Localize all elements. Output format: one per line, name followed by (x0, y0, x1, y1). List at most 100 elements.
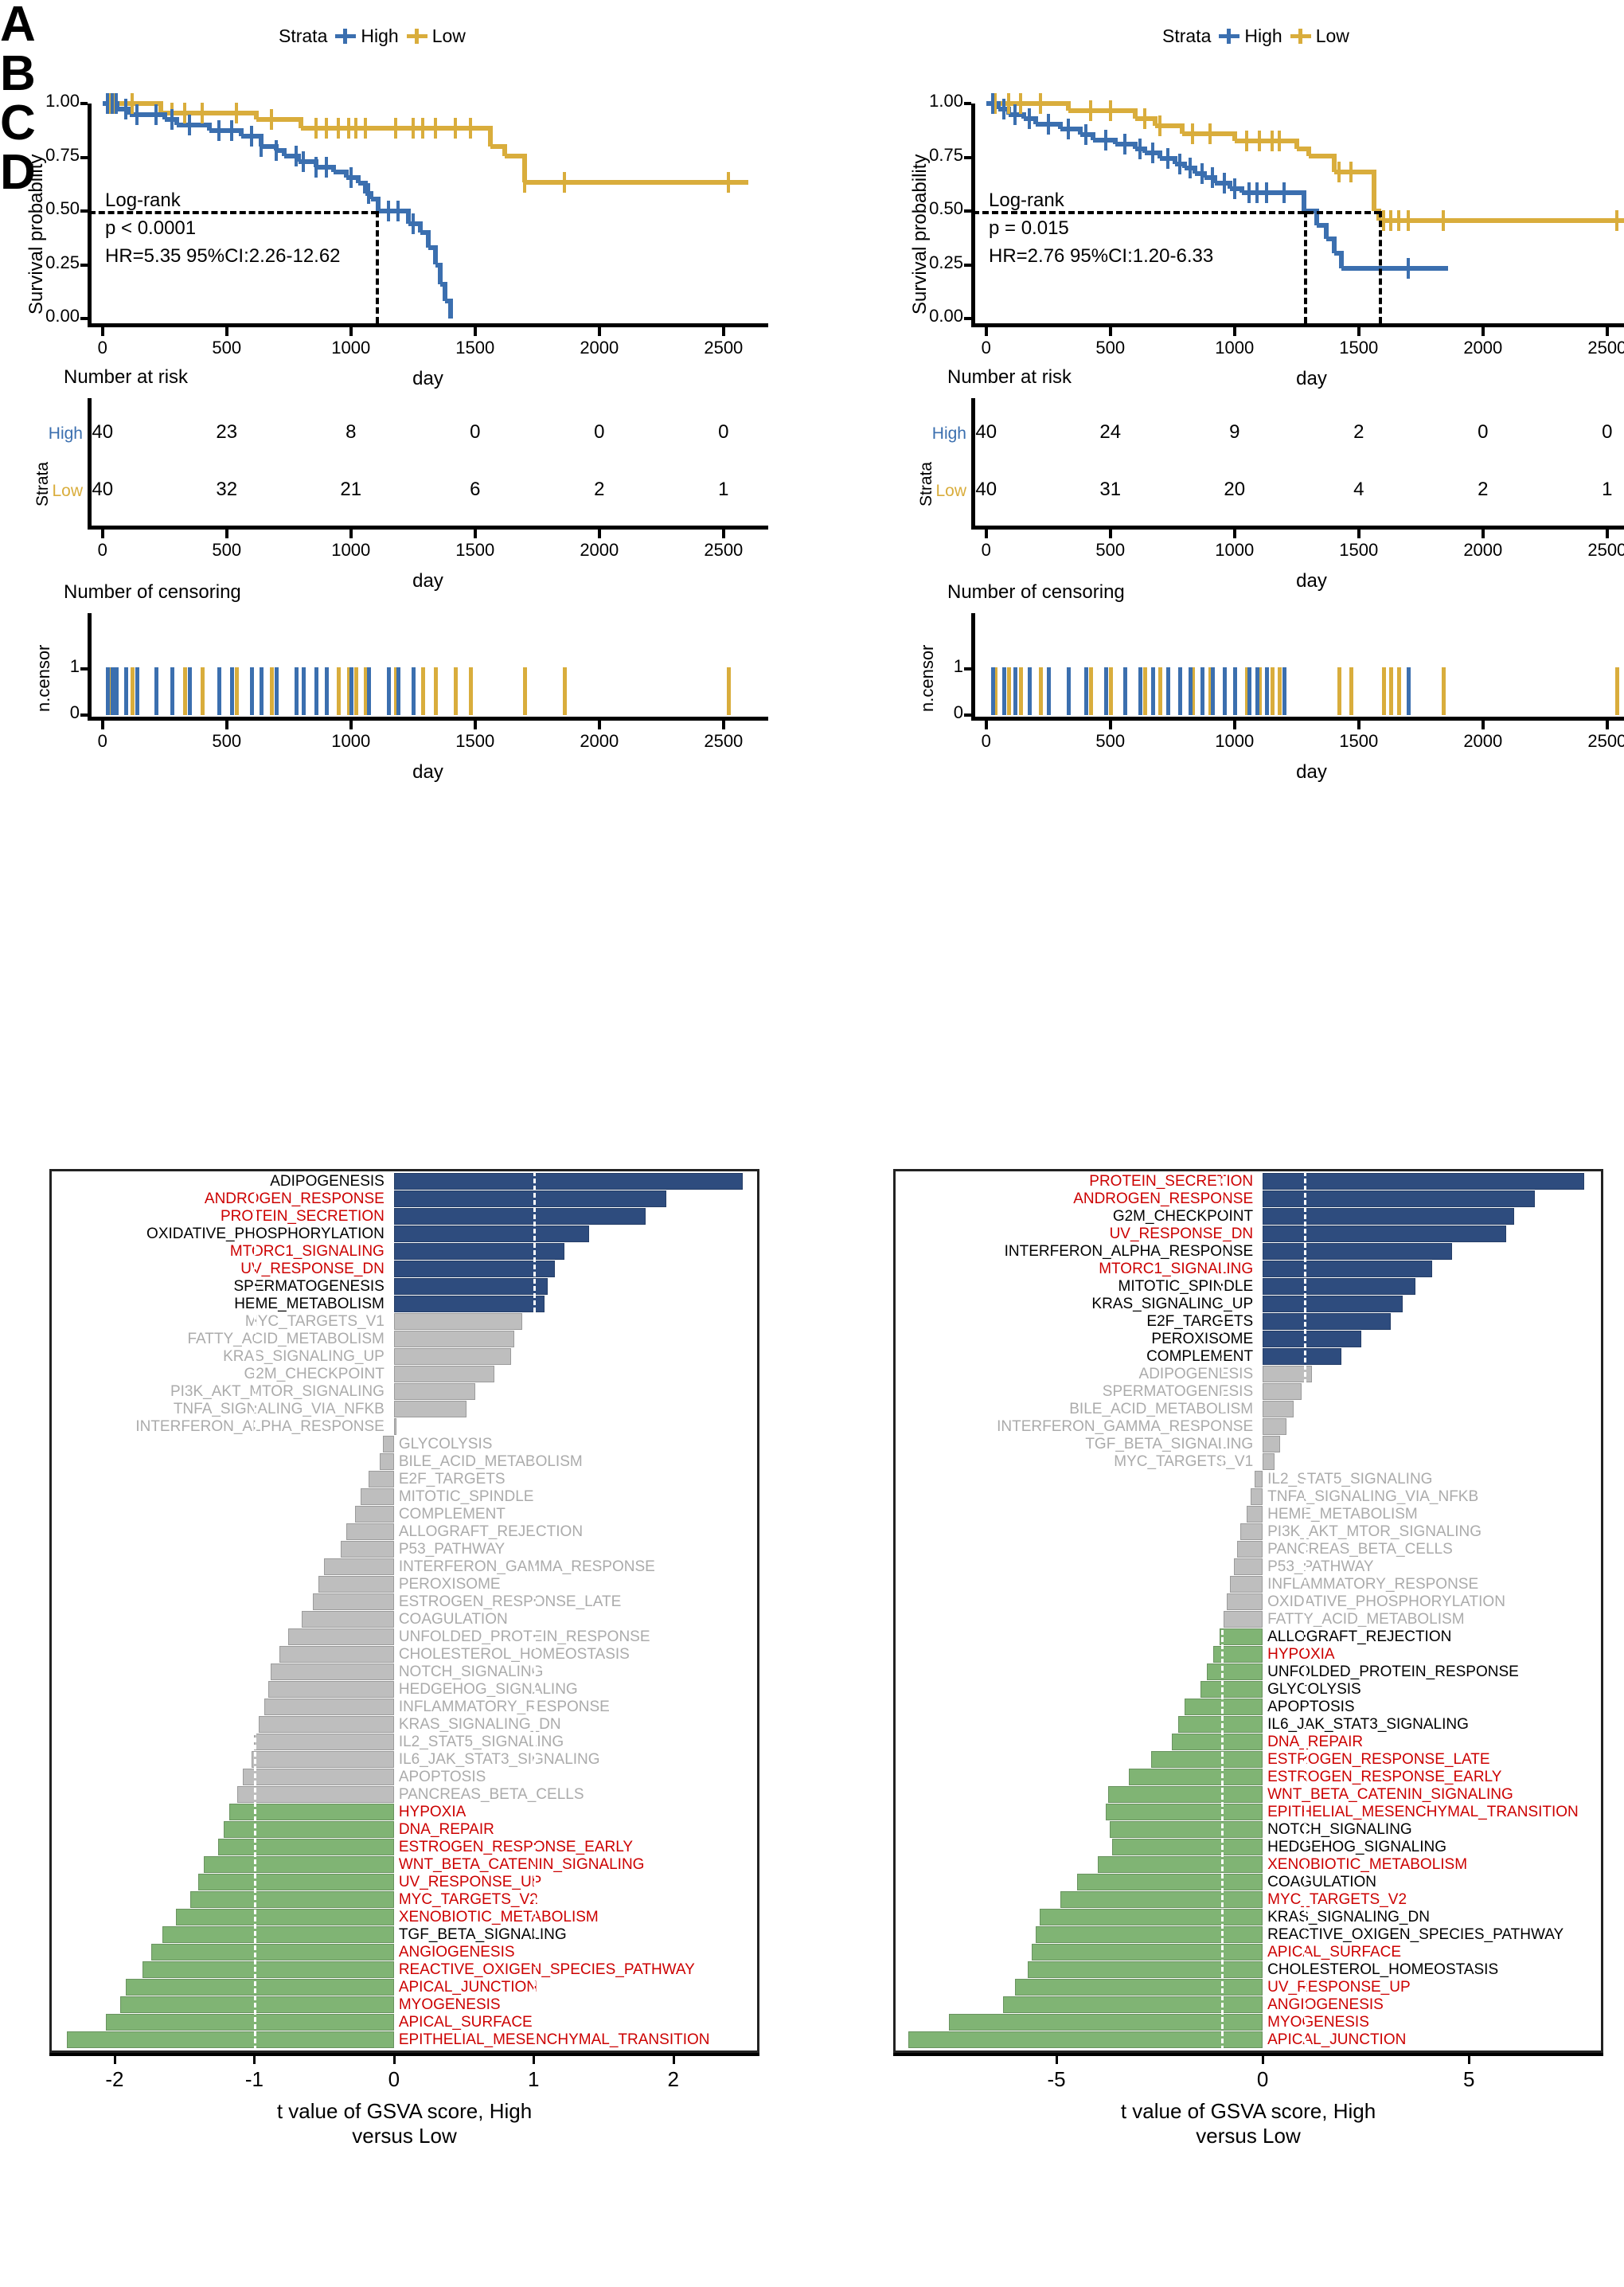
gsva-bar-d-14 (1263, 1418, 1287, 1435)
km-censor-bar-low-b-4 (1088, 667, 1093, 715)
km-censor-bar-high-b-12 (1178, 667, 1183, 715)
gsva-bar-row-c-19: COMPLEMENT (52, 1506, 757, 1523)
km-high-censor-a-2 (114, 93, 118, 114)
km-high-censor-a-7 (187, 115, 191, 135)
gsva-bar-c-11 (393, 1366, 495, 1382)
km-high-censor-b-8 (1123, 134, 1127, 155)
gsva-bar-d-5 (1263, 1261, 1432, 1277)
km-high-curve-a-v24 (438, 262, 443, 284)
km-risk-cell-a-0-2: 8 (345, 421, 357, 443)
km-censor-bar-low-a-18 (453, 667, 458, 715)
km-risk-cell-b-0-0: 40 (975, 421, 997, 443)
km-risk-cell-a-1-4: 2 (594, 479, 605, 500)
gsva-bar-label-c-31: KRAS_SIGNALING_DN (398, 1716, 561, 1733)
gsva-bar-label-d-14: INTERFERON_GAMMA_RESPONSE (997, 1418, 1254, 1435)
km-high-censor-b-19 (1255, 182, 1259, 204)
gsva-bar-label-d-6: MITOTIC_SPINDLE (1118, 1278, 1254, 1295)
gsva-bar-d-28 (1207, 1663, 1263, 1680)
gsva-bar-row-c-37: DNA_REPAIR (52, 1821, 757, 1838)
gsva-bar-label-c-45: REACTIVE_OXIGEN_SPECIES_PATHWAY (398, 1961, 695, 1978)
gsva-bar-label-d-25: FATTY_ACID_METABOLISM (1267, 1611, 1465, 1628)
km-risk-x-tick-a-3 (473, 530, 477, 538)
gsva-bar-row-d-48: MYOGENESIS (896, 2014, 1601, 2031)
gsva-bar-row-d-14: INTERFERON_GAMMA_RESPONSE (896, 1418, 1601, 1435)
gsva-bar-c-32 (254, 1734, 394, 1750)
km-censor-bar-high-a-3 (124, 667, 129, 715)
gsva-bar-d-12 (1263, 1383, 1302, 1400)
gsva-bar-row-c-35: PANCREAS_BETA_CELLS (52, 1786, 757, 1803)
km-high-censor-b-14 (1200, 162, 1204, 184)
km-censor-bar-low-b-7 (1158, 667, 1163, 715)
gsva-bar-label-d-30: APOPTOSIS (1267, 1699, 1355, 1715)
km-risk-x-ticklabel-b-2: 1000 (1215, 540, 1255, 560)
gsva-bar-c-6 (393, 1278, 548, 1295)
km-risk-cell-a-1-2: 21 (340, 479, 362, 500)
km-high-censor-b-9 (1138, 138, 1142, 159)
gsva-bar-d-43 (1036, 1926, 1263, 1943)
km-low-censor-a-4 (182, 103, 186, 124)
gsva-bar-label-d-8: E2F_TARGETS (1146, 1313, 1254, 1330)
gsva-bar-c-24 (313, 1593, 394, 1610)
km-risk-x-ticklabel-a-5: 2500 (704, 540, 744, 560)
low-strata-marker-icon (1290, 29, 1311, 44)
gsva-bar-row-d-2: G2M_CHECKPOINT (896, 1208, 1601, 1225)
gsva-bar-row-c-23: PEROXISOME (52, 1576, 757, 1593)
gsva-bar-d-8 (1263, 1313, 1391, 1330)
km-low-censor-b-8 (1190, 123, 1194, 144)
gsva-bar-row-d-41: MYC_TARGETS_V2 (896, 1891, 1601, 1908)
gsva-bar-c-31 (258, 1716, 394, 1733)
gsva-bar-row-c-13: TNFA_SIGNALING_VIA_NFKB (52, 1401, 757, 1417)
km-low-censor-a-12 (354, 118, 357, 139)
gsva-bar-d-33 (1151, 1751, 1263, 1768)
km-censor-x-ticklabel-b-0: 0 (981, 731, 991, 751)
km-risk-cell-b-1-2: 20 (1224, 479, 1246, 500)
gsva-bar-d-2 (1263, 1208, 1515, 1225)
km-high-censor-b-6 (1083, 124, 1087, 146)
gsva-bar-label-c-14: INTERFERON_ALPHA_RESPONSE (135, 1418, 385, 1435)
gsva-bar-label-c-22: INTERFERON_GAMMA_RESPONSE (398, 1558, 655, 1575)
km-x-ticklabel-b-2: 1000 (1215, 338, 1255, 358)
km-high-censor-a-10 (249, 125, 253, 147)
gsva-bar-label-c-0: ADIPOGENESIS (270, 1173, 385, 1190)
km-y-tick-b-3 (964, 155, 971, 159)
km-censor-x-tick-b-2 (1232, 721, 1236, 729)
km-censor-bar-low-b-3 (1039, 667, 1044, 715)
km-x-axis-label-a: day (412, 368, 443, 389)
km-legend-key-high: High (335, 25, 399, 47)
km-censor-x-ticklabel-b-2: 1000 (1215, 731, 1255, 751)
km-high-censor-a-11 (260, 136, 264, 157)
gsva-bar-row-d-42: KRAS_SIGNALING_DN (896, 1909, 1601, 1925)
km-y-tick-a-3 (80, 155, 88, 159)
gsva-bar-d-22 (1233, 1558, 1263, 1575)
km-high-censor-a-14 (302, 151, 306, 172)
km-low-censor-a-2 (131, 93, 135, 114)
gsva-bar-label-c-46: APICAL_JUNCTION (398, 1979, 538, 1996)
gsva-bar-c-4 (393, 1243, 564, 1260)
gsva-bar-label-d-33: ESTROGEN_RESPONSE_LATE (1267, 1751, 1490, 1768)
km-censor-bar-low-b-14 (1337, 667, 1341, 715)
km-low-censor-a-18 (453, 118, 457, 139)
gsva-x-ticklabel-c-0: -2 (105, 2067, 124, 2091)
km-high-censor-a-15 (314, 156, 318, 178)
gsva-bar-row-d-20: PI3K_AKT_MTOR_SIGNALING (896, 1523, 1601, 1540)
km-stats-line-2-b: p = 0.015 (989, 217, 1069, 239)
gsva-bar-row-c-28: NOTCH_SIGNALING (52, 1663, 757, 1680)
gsva-bar-row-c-24: ESTROGEN_RESPONSE_LATE (52, 1593, 757, 1610)
km-low-censor-a-20 (523, 171, 527, 193)
km-risk-x-tick-a-4 (597, 530, 601, 538)
gsva-bar-label-d-27: HYPOXIA (1267, 1646, 1335, 1663)
gsva-bar-d-35 (1107, 1786, 1263, 1803)
gsva-bar-d-39 (1097, 1856, 1263, 1873)
km-risk-x-axis-a (88, 526, 768, 530)
km-y-tick-a-2 (80, 209, 88, 213)
gsva-bar-row-d-15: TGF_BETA_SIGNALING (896, 1436, 1601, 1452)
gsva-bar-label-d-26: ALLOGRAFT_REJECTION (1267, 1628, 1452, 1645)
km-risk-cell-b-1-4: 2 (1478, 479, 1489, 500)
gsva-bar-d-13 (1263, 1401, 1294, 1417)
km-censor-bar-high-b-22 (1407, 667, 1411, 715)
km-y-ticklabel-b-4: 1.00 (929, 91, 963, 111)
km-x-tick-a-2 (349, 327, 353, 336)
km-risk-x-ticklabel-b-5: 2500 (1587, 540, 1624, 560)
km-censor-title-a: Number of censoring (64, 581, 241, 603)
km-low-censor-a-21 (563, 171, 567, 193)
